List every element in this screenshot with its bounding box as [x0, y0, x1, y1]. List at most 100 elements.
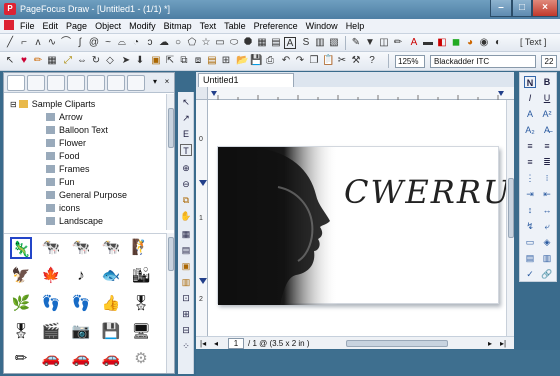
circle-outline-icon[interactable]: ○: [172, 37, 184, 49]
combine-icon[interactable]: ⊞: [220, 55, 232, 67]
panel-dropdown-icon[interactable]: ▾: [150, 77, 160, 87]
bold-icon[interactable]: B: [541, 76, 553, 88]
superscript-icon[interactable]: A²: [541, 108, 553, 120]
clip-item[interactable]: 🍁: [40, 265, 62, 287]
clip-item[interactable]: 🚗: [100, 348, 122, 370]
distort-icon[interactable]: ◇: [104, 55, 116, 67]
next-page-icon[interactable]: ▸: [488, 339, 492, 348]
save-icon[interactable]: 💾: [250, 55, 262, 67]
tab-pictures-icon[interactable]: [87, 75, 105, 91]
guides-icon[interactable]: ⊞: [180, 308, 192, 320]
outdent-icon[interactable]: ⇤: [541, 188, 553, 200]
brush-icon[interactable]: ✏: [392, 37, 404, 49]
palette-icon[interactable]: ◕: [464, 37, 476, 49]
node-edit-icon[interactable]: ↗: [180, 112, 192, 124]
tree-scroll-thumb[interactable]: [168, 108, 174, 148]
tab-untitled1[interactable]: Untitled1: [198, 73, 294, 87]
clipart-scroll-thumb[interactable]: [168, 237, 174, 271]
tab-cliparts-icon[interactable]: [7, 75, 25, 91]
drawing-canvas[interactable]: CWERRU: [208, 100, 510, 336]
menu-help[interactable]: Help: [342, 20, 369, 32]
select-pointer-icon[interactable]: ↖: [180, 96, 192, 108]
transform-icon[interactable]: ⤢: [62, 55, 74, 67]
zoom-in-icon[interactable]: ⊕: [180, 162, 192, 174]
subscript-icon[interactable]: A₂: [524, 124, 536, 136]
curve-tool-icon[interactable]: ∿: [46, 37, 58, 49]
ellipse-tool-icon[interactable]: ⬭: [228, 37, 240, 49]
text-frame-icon[interactable]: ▭: [524, 236, 536, 248]
artboard[interactable]: CWERRU: [217, 146, 510, 305]
clip-item[interactable]: 🖥: [130, 321, 152, 343]
shadow-color-icon[interactable]: ◼: [450, 37, 462, 49]
menu-edit[interactable]: Edit: [39, 20, 63, 32]
align-icon[interactable]: ⇱: [164, 55, 176, 67]
pencil-icon[interactable]: ✏: [32, 55, 44, 67]
clip-item[interactable]: 🎬: [40, 321, 62, 343]
clip-item[interactable]: 🐄: [100, 237, 122, 259]
clipart-scrollbar[interactable]: [166, 233, 174, 373]
grid-icon[interactable]: ▦: [180, 228, 192, 240]
octagon-tool-icon[interactable]: ⯃: [242, 37, 254, 49]
arrow-right-icon[interactable]: ➤: [120, 55, 132, 67]
tab-gems-icon[interactable]: [47, 75, 65, 91]
rotate-icon[interactable]: ↻: [90, 55, 102, 67]
text-effect-icon[interactable]: ◈: [541, 236, 553, 248]
font-size-select[interactable]: 22: [541, 55, 557, 68]
align-grid-icon[interactable]: ⊟: [180, 324, 192, 336]
bezier-tool-icon[interactable]: ∫: [74, 37, 86, 49]
help-icon[interactable]: ?: [366, 55, 378, 67]
chart-tool-icon[interactable]: ▥: [314, 37, 326, 49]
menu-text[interactable]: Text: [196, 20, 221, 32]
symbol-tool-icon[interactable]: S: [300, 37, 312, 49]
clip-item[interactable]: 🦎: [10, 237, 32, 259]
barcode-tool-icon[interactable]: ▧: [328, 37, 340, 49]
open-folder-icon[interactable]: 📂: [236, 55, 248, 67]
order-icon[interactable]: ▤: [206, 55, 218, 67]
underline-icon[interactable]: U: [541, 92, 553, 104]
freehand-tool-icon[interactable]: ~: [102, 37, 114, 49]
bitmap-icon[interactable]: ▦: [46, 55, 58, 67]
clip-item[interactable]: 🐄: [70, 237, 92, 259]
tree-scrollbar[interactable]: [166, 94, 174, 230]
minimize-button[interactable]: –: [490, 0, 512, 17]
woman-profile-image[interactable]: [218, 147, 338, 305]
paste-icon[interactable]: 📋: [322, 55, 334, 67]
text-fit-icon[interactable]: ▤: [524, 252, 536, 264]
fill-bucket-icon[interactable]: ▼: [364, 37, 376, 49]
line-tool-icon[interactable]: ╱: [4, 37, 16, 49]
normal-text-icon[interactable]: N: [524, 76, 536, 88]
clip-item[interactable]: 🚗: [40, 348, 62, 370]
text-style-icon[interactable]: A: [524, 108, 536, 120]
objects-icon[interactable]: ▣: [180, 260, 192, 272]
heart-icon[interactable]: ♥: [18, 55, 30, 67]
tab-symbols-icon[interactable]: [107, 75, 125, 91]
clip-item[interactable]: 🧗: [130, 237, 152, 259]
spell-check-icon[interactable]: ✓: [524, 268, 536, 280]
close-button[interactable]: ×: [532, 0, 558, 17]
clip-item[interactable]: 📷: [70, 321, 92, 343]
align-justify-icon[interactable]: ≣: [541, 156, 553, 168]
text-tool-icon[interactable]: A: [284, 37, 296, 49]
tree-root[interactable]: ⊟ Sample Cliparts: [10, 98, 172, 111]
clip-item[interactable]: 🏙: [130, 265, 152, 287]
effects-icon[interactable]: ◉: [478, 37, 490, 49]
hook-tool-icon[interactable]: ɔ: [144, 37, 156, 49]
print-icon[interactable]: ⎙: [264, 55, 276, 67]
line-spacing-icon[interactable]: ↕: [524, 204, 536, 216]
flip-icon[interactable]: ⇔: [76, 55, 88, 67]
collapse-icon[interactable]: ⊟: [10, 100, 17, 109]
clip-item[interactable]: ♪: [70, 265, 92, 287]
group-icon[interactable]: ⧉: [178, 55, 190, 67]
properties-icon[interactable]: ▥: [180, 276, 192, 288]
clip-item[interactable]: 🐟: [100, 265, 122, 287]
layers-icon[interactable]: ▤: [180, 244, 192, 256]
menu-page[interactable]: Page: [62, 20, 91, 32]
clip-item[interactable]: 🎖: [130, 293, 152, 315]
redo-icon[interactable]: ↷: [294, 55, 306, 67]
transparency-icon[interactable]: ◐: [492, 37, 504, 49]
bullets-icon[interactable]: ⋮: [524, 172, 536, 184]
zoom-select[interactable]: 125%: [395, 55, 425, 68]
spiral-tool-icon[interactable]: @: [88, 37, 100, 49]
copy-icon[interactable]: ❐: [308, 55, 320, 67]
clip-item[interactable]: ⚙: [130, 348, 152, 370]
